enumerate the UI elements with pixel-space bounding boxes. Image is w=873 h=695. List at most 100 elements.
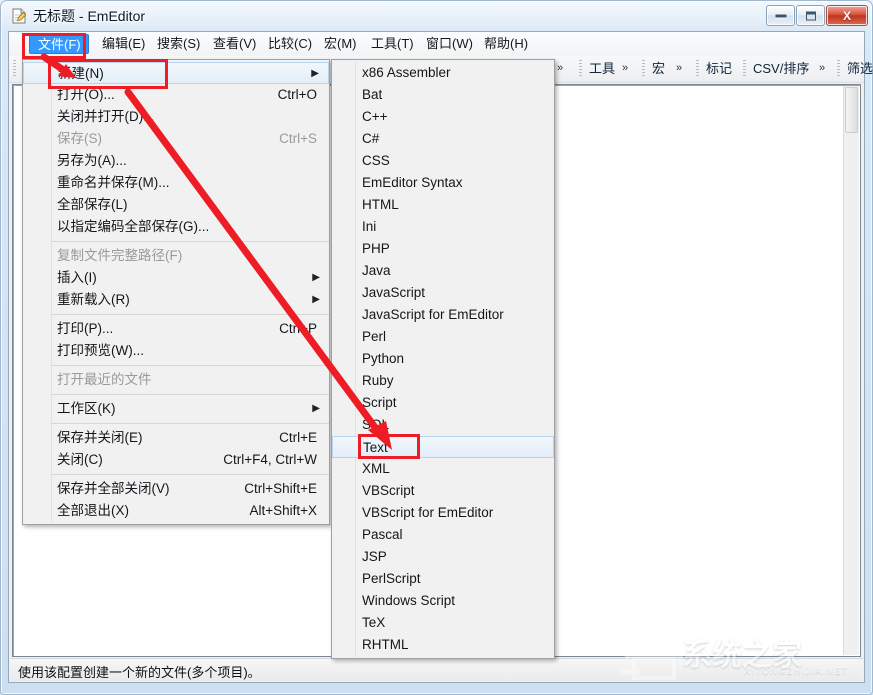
new-submenu-item[interactable]: HTML bbox=[332, 194, 554, 216]
submenu-item-label: VBScript bbox=[362, 483, 415, 498]
file-menu-item[interactable]: 打开(O)... Ctrl+O bbox=[23, 84, 329, 106]
toolbar-gripper-csv[interactable] bbox=[743, 60, 746, 76]
new-submenu-item[interactable]: Text bbox=[332, 436, 554, 458]
toolbar-gripper-filter[interactable] bbox=[837, 60, 840, 76]
menu-compare[interactable]: 比较(C) bbox=[260, 34, 320, 54]
maximize-button[interactable] bbox=[796, 5, 825, 26]
toolbar-gripper-macro[interactable] bbox=[642, 60, 645, 76]
new-submenu-item[interactable]: Windows Script bbox=[332, 590, 554, 612]
toolbar-overflow-chevron-2[interactable]: » bbox=[622, 58, 628, 79]
new-file-submenu-popup[interactable]: x86 Assembler Bat C++ C# CSS EmEditor Syntax H… bbox=[331, 59, 555, 659]
submenu-item-label: EmEditor Syntax bbox=[362, 175, 463, 190]
submenu-item-label: HTML bbox=[362, 197, 399, 212]
menu-tools[interactable]: 工具(T) bbox=[363, 34, 422, 54]
new-submenu-item[interactable]: Java bbox=[332, 260, 554, 282]
file-menu-item[interactable]: 关闭并打开(D)... bbox=[23, 106, 329, 128]
menu-item-shortcut: Alt+Shift+X bbox=[249, 503, 317, 518]
menu-item-shortcut: Ctrl+O bbox=[277, 87, 317, 102]
menu-help[interactable]: 帮助(H) bbox=[476, 34, 536, 54]
file-menu-item[interactable]: 保存并全部关闭(V) Ctrl+Shift+E bbox=[23, 478, 329, 500]
toolbar-gripper-tools[interactable] bbox=[579, 60, 582, 76]
file-menu-item[interactable]: 打印(P)... Ctrl+P bbox=[23, 318, 329, 340]
new-submenu-item[interactable]: EmEditor Syntax bbox=[332, 172, 554, 194]
menu-item-label: 保存并全部关闭(V) bbox=[57, 481, 170, 496]
submenu-arrow-icon: ▶ bbox=[312, 294, 320, 305]
menu-item-label: 打印(P)... bbox=[57, 321, 114, 336]
menu-file[interactable]: 文件(F) bbox=[29, 34, 89, 54]
file-menu-item[interactable]: 全部退出(X) Alt+Shift+X bbox=[23, 500, 329, 522]
scrollbar-thumb[interactable] bbox=[845, 87, 858, 133]
new-submenu-item[interactable]: XML bbox=[332, 458, 554, 480]
new-submenu-item[interactable]: Perl bbox=[332, 326, 554, 348]
new-submenu-item[interactable]: Pascal bbox=[332, 524, 554, 546]
file-menu-popup[interactable]: 新建(N) ▶ 打开(O)... Ctrl+O 关闭并打开(D)... 保存(S) Ctrl… bbox=[22, 59, 330, 525]
submenu-item-label: C++ bbox=[362, 109, 388, 124]
new-submenu-item[interactable]: Ini bbox=[332, 216, 554, 238]
menu-item-label: 打开最近的文件 bbox=[57, 372, 152, 387]
menu-macro[interactable]: 宏(M) bbox=[316, 34, 365, 54]
window-title: 无标题 - EmEditor bbox=[33, 8, 146, 24]
toolbar-overflow-chevron-3[interactable]: » bbox=[676, 58, 682, 79]
submenu-item-label: Java bbox=[362, 263, 391, 278]
file-menu-item[interactable]: 打印预览(W)... bbox=[23, 340, 329, 362]
editor-vertical-scrollbar[interactable] bbox=[843, 86, 859, 655]
file-menu-item[interactable]: 新建(N) ▶ bbox=[23, 62, 329, 84]
new-submenu-item[interactable]: JavaScript bbox=[332, 282, 554, 304]
toolbar-filter-label[interactable]: 筛选 bbox=[847, 58, 873, 79]
submenu-item-label: JavaScript for EmEditor bbox=[362, 307, 504, 322]
submenu-item-label: PHP bbox=[362, 241, 390, 256]
new-submenu-item[interactable]: JSP bbox=[332, 546, 554, 568]
menu-edit[interactable]: 编辑(E) bbox=[94, 34, 153, 54]
new-submenu-item[interactable]: PHP bbox=[332, 238, 554, 260]
file-menu-item[interactable]: 全部保存(L) bbox=[23, 194, 329, 216]
file-menu-item[interactable]: 重命名并保存(M)... bbox=[23, 172, 329, 194]
new-submenu-item[interactable]: TeX bbox=[332, 612, 554, 634]
new-submenu-item[interactable]: RHTML bbox=[332, 634, 554, 656]
maximize-icon bbox=[805, 11, 816, 20]
toolbar-tools-label[interactable]: 工具 bbox=[589, 58, 615, 79]
toolbar-overflow-chevron-1[interactable]: » bbox=[557, 58, 563, 79]
menu-search[interactable]: 搜索(S) bbox=[149, 34, 208, 54]
submenu-arrow-icon: ▶ bbox=[311, 68, 319, 79]
menu-item-shortcut: Ctrl+P bbox=[279, 321, 317, 336]
menu-item-label: 保存(S) bbox=[57, 131, 102, 146]
file-menu-item[interactable]: 以指定编码全部保存(G)... bbox=[23, 216, 329, 238]
toolbar-gripper[interactable] bbox=[13, 60, 16, 76]
new-submenu-item[interactable]: PerlScript bbox=[332, 568, 554, 590]
menu-separator bbox=[51, 394, 329, 395]
file-menu-item[interactable]: 重新载入(R) ▶ bbox=[23, 289, 329, 311]
toolbar-macro-label[interactable]: 宏 bbox=[652, 58, 665, 79]
title-bar: 无标题 - EmEditor X bbox=[1, 1, 872, 31]
close-button[interactable]: X bbox=[826, 5, 868, 26]
new-submenu-item[interactable]: SQL bbox=[332, 414, 554, 436]
menu-separator bbox=[51, 365, 329, 366]
menu-item-shortcut: Ctrl+F4, Ctrl+W bbox=[223, 452, 317, 467]
file-menu-item[interactable]: 关闭(C) Ctrl+F4, Ctrl+W bbox=[23, 449, 329, 471]
file-menu-item[interactable]: 插入(I) ▶ bbox=[23, 267, 329, 289]
new-submenu-item[interactable]: x86 Assembler bbox=[332, 62, 554, 84]
menu-window[interactable]: 窗口(W) bbox=[418, 34, 481, 54]
new-submenu-item[interactable]: Bat bbox=[332, 84, 554, 106]
menu-item-label: 复制文件完整路径(F) bbox=[57, 248, 183, 263]
menu-item-shortcut: Ctrl+S bbox=[279, 131, 317, 146]
status-bar-text: 使用该配置创建一个新的文件(多个项目)。 bbox=[18, 665, 261, 680]
toolbar-csv-label[interactable]: CSV/排序 bbox=[753, 58, 809, 79]
file-menu-item[interactable]: 另存为(A)... bbox=[23, 150, 329, 172]
new-submenu-item[interactable]: Script bbox=[332, 392, 554, 414]
new-submenu-item[interactable]: JavaScript for EmEditor bbox=[332, 304, 554, 326]
toolbar-overflow-chevron-4[interactable]: » bbox=[819, 58, 825, 79]
new-submenu-item[interactable]: VBScript bbox=[332, 480, 554, 502]
new-submenu-item[interactable]: C# bbox=[332, 128, 554, 150]
new-submenu-item[interactable]: VBScript for EmEditor bbox=[332, 502, 554, 524]
toolbar-gripper-mark[interactable] bbox=[696, 60, 699, 76]
file-menu-item[interactable]: 保存并关闭(E) Ctrl+E bbox=[23, 427, 329, 449]
new-submenu-item[interactable]: Python bbox=[332, 348, 554, 370]
new-submenu-item[interactable]: C++ bbox=[332, 106, 554, 128]
new-submenu-item[interactable]: Ruby bbox=[332, 370, 554, 392]
menu-view[interactable]: 查看(V) bbox=[205, 34, 264, 54]
file-menu-item: 打开最近的文件 bbox=[23, 369, 329, 391]
file-menu-item[interactable]: 工作区(K) ▶ bbox=[23, 398, 329, 420]
new-submenu-item[interactable]: CSS bbox=[332, 150, 554, 172]
minimize-button[interactable] bbox=[766, 5, 795, 26]
toolbar-mark-label[interactable]: 标记 bbox=[706, 58, 732, 79]
